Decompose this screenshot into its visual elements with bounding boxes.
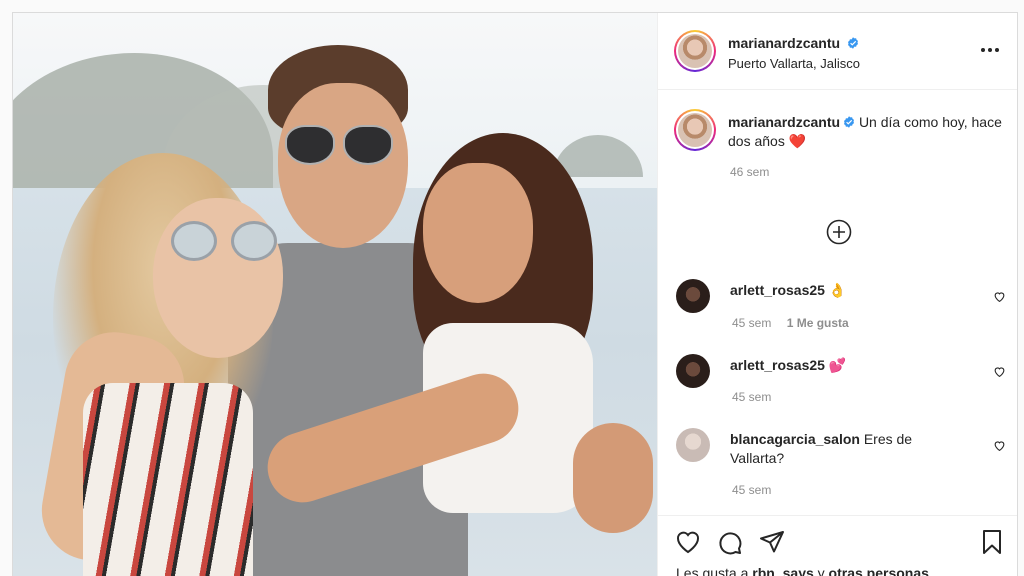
more-options-icon[interactable]: [980, 43, 1000, 57]
author-line: marianardzcantu: [728, 35, 859, 51]
comment-username[interactable]: arlett_rosas25: [730, 282, 825, 298]
photo-sunglasses: [343, 125, 393, 165]
heart-icon[interactable]: [993, 365, 1006, 378]
verified-badge-icon: [847, 37, 858, 49]
bookmark-icon[interactable]: [978, 528, 1006, 556]
photo-sunglasses: [285, 125, 335, 165]
post-photo[interactable]: [13, 13, 657, 576]
likes-summary: Les gusta a rbn_says y otras personas: [676, 565, 929, 576]
comment-icon[interactable]: [716, 528, 744, 556]
comment-text-block: arlett_rosas25 👌: [730, 281, 960, 300]
likes-connector: y: [817, 565, 825, 576]
photo-person-left-dress: [83, 383, 253, 576]
comment-meta: 45 sem 1 Me gusta: [732, 316, 849, 330]
likes-prefix: Les gusta a: [676, 565, 749, 576]
heart-icon[interactable]: [993, 439, 1006, 452]
photo-round-glasses: [171, 221, 217, 261]
comment-meta: 45 sem: [732, 390, 771, 404]
author-avatar[interactable]: [674, 30, 716, 72]
photo-arm: [573, 423, 653, 533]
commenter-avatar[interactable]: [676, 354, 710, 388]
verified-badge-icon: [844, 116, 855, 128]
comment-time[interactable]: 45 sem: [732, 390, 771, 404]
commenter-avatar[interactable]: [676, 428, 710, 462]
heart-icon[interactable]: [993, 290, 1006, 303]
comment-text: 💕: [828, 357, 847, 373]
comment-time[interactable]: 45 sem: [732, 316, 771, 330]
likes-others[interactable]: otras personas: [829, 565, 929, 576]
caption-text-block: marianardzcantu Un día como hoy, hace do…: [728, 113, 1008, 151]
add-circle-icon[interactable]: [826, 219, 852, 245]
comment-text: 👌: [828, 282, 847, 298]
commenter-avatar[interactable]: [676, 279, 710, 313]
post-header: marianardzcantu Puerto Vallarta, Jalisco: [658, 13, 1017, 90]
heart-icon[interactable]: [674, 528, 702, 556]
author-username[interactable]: marianardzcantu: [728, 35, 840, 51]
caption-time[interactable]: 46 sem: [730, 165, 769, 179]
post-location[interactable]: Puerto Vallarta, Jalisco: [728, 56, 860, 71]
comment-likes[interactable]: 1 Me gusta: [787, 316, 849, 330]
comment-time[interactable]: 45 sem: [732, 483, 771, 497]
comments-list[interactable]: marianardzcantu Un día como hoy, hace do…: [658, 91, 1017, 515]
post-card: marianardzcantu Puerto Vallarta, Jalisco…: [12, 12, 1018, 576]
likes-user[interactable]: rbn_says: [752, 565, 813, 576]
share-icon[interactable]: [758, 528, 786, 556]
comment-username[interactable]: blancagarcia_salon: [730, 431, 860, 447]
caption-author-avatar[interactable]: [674, 109, 716, 151]
action-bar: Les gusta a rbn_says y otras personas: [658, 515, 1017, 576]
photo-person-middle-face: [278, 83, 408, 248]
comment-text-block: blancagarcia_salon Eres de Vallarta?: [730, 430, 960, 468]
comment-text-block: arlett_rosas25 💕: [730, 356, 960, 375]
comment-meta: 45 sem: [732, 483, 771, 497]
photo-round-glasses: [231, 221, 277, 261]
photo-person-right-face: [423, 163, 533, 303]
post-sidebar: marianardzcantu Puerto Vallarta, Jalisco…: [657, 13, 1017, 576]
caption-emoji: ❤️: [788, 133, 807, 149]
caption-username[interactable]: marianardzcantu: [728, 114, 840, 130]
comment-username[interactable]: arlett_rosas25: [730, 357, 825, 373]
